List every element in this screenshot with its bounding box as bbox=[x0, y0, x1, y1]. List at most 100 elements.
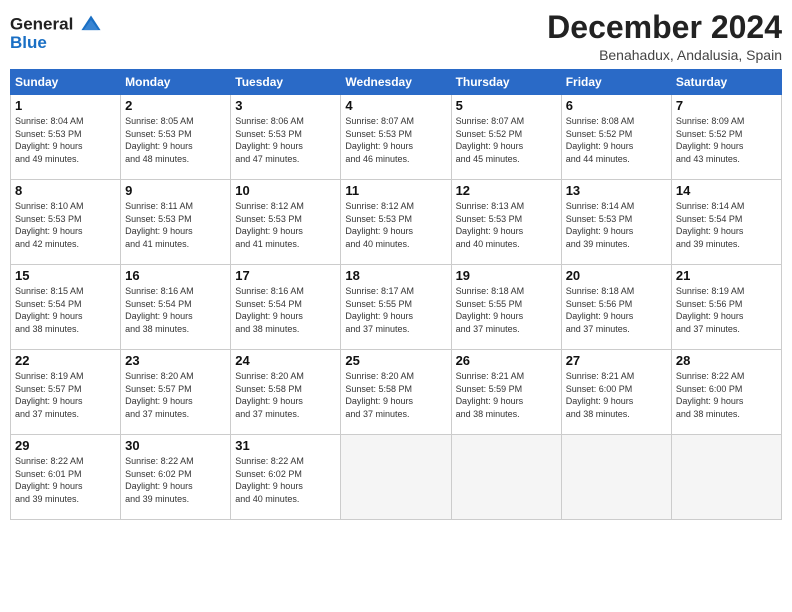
cell-info: Sunrise: 8:20 AMSunset: 5:57 PMDaylight:… bbox=[125, 370, 226, 420]
calendar-cell: 8Sunrise: 8:10 AMSunset: 5:53 PMDaylight… bbox=[11, 180, 121, 265]
day-number: 27 bbox=[566, 353, 667, 368]
day-number: 10 bbox=[235, 183, 336, 198]
day-number: 30 bbox=[125, 438, 226, 453]
day-number: 15 bbox=[15, 268, 116, 283]
calendar-table: SundayMondayTuesdayWednesdayThursdayFrid… bbox=[10, 69, 782, 520]
day-number: 23 bbox=[125, 353, 226, 368]
calendar-cell: 28Sunrise: 8:22 AMSunset: 6:00 PMDayligh… bbox=[671, 350, 781, 435]
subtitle: Benahadux, Andalusia, Spain bbox=[547, 47, 782, 63]
calendar-cell: 6 Sunrise: 8:08 AMSunset: 5:52 PMDaylight… bbox=[561, 95, 671, 180]
week-row-5: 29 Sunrise: 8:22 AMSunset: 6:01 PMDayligh… bbox=[11, 435, 782, 520]
calendar-cell: 24 Sunrise: 8:20 AMSunset: 5:58 PMDayligh… bbox=[231, 350, 341, 435]
day-number: 3 bbox=[235, 98, 336, 113]
day-number: 20 bbox=[566, 268, 667, 283]
cell-info: Sunrise: 8:22 AMSunset: 6:02 PMDaylight:… bbox=[125, 455, 226, 505]
calendar-cell: 20 Sunrise: 8:18 AMSunset: 5:56 PMDayligh… bbox=[561, 265, 671, 350]
day-number: 16 bbox=[125, 268, 226, 283]
cell-info: Sunrise: 8:21 AMSunset: 6:00 PMDaylight:… bbox=[566, 370, 667, 420]
day-header-friday: Friday bbox=[561, 70, 671, 95]
day-number: 19 bbox=[456, 268, 557, 283]
cell-info: Sunrise: 8:11 AMSunset: 5:53 PMDaylight:… bbox=[125, 200, 226, 250]
calendar-cell: 12Sunrise: 8:13 AMSunset: 5:53 PMDayligh… bbox=[451, 180, 561, 265]
day-number: 21 bbox=[676, 268, 777, 283]
calendar-cell: 22Sunrise: 8:19 AMSunset: 5:57 PMDayligh… bbox=[11, 350, 121, 435]
calendar-cell: 31 Sunrise: 8:22 AMSunset: 6:02 PMDayligh… bbox=[231, 435, 341, 520]
calendar-cell: 21 Sunrise: 8:19 AMSunset: 5:56 PMDayligh… bbox=[671, 265, 781, 350]
week-row-2: 8Sunrise: 8:10 AMSunset: 5:53 PMDaylight… bbox=[11, 180, 782, 265]
day-number: 2 bbox=[125, 98, 226, 113]
page-container: General Blue December 2024 Benahadux, An… bbox=[0, 0, 792, 525]
day-header-tuesday: Tuesday bbox=[231, 70, 341, 95]
cell-info: Sunrise: 8:16 AMSunset: 5:54 PMDaylight:… bbox=[125, 285, 226, 335]
header-row: SundayMondayTuesdayWednesdayThursdayFrid… bbox=[11, 70, 782, 95]
calendar-cell: 13Sunrise: 8:14 AMSunset: 5:53 PMDayligh… bbox=[561, 180, 671, 265]
cell-info: Sunrise: 8:19 AMSunset: 5:56 PMDaylight:… bbox=[676, 285, 777, 335]
cell-info: Sunrise: 8:12 AMSunset: 5:53 PMDaylight:… bbox=[345, 200, 446, 250]
week-row-1: 1 Sunrise: 8:04 AMSunset: 5:53 PMDaylight… bbox=[11, 95, 782, 180]
calendar-cell bbox=[561, 435, 671, 520]
calendar-cell bbox=[671, 435, 781, 520]
calendar-cell: 11 Sunrise: 8:12 AMSunset: 5:53 PMDayligh… bbox=[341, 180, 451, 265]
calendar-cell bbox=[451, 435, 561, 520]
day-number: 24 bbox=[235, 353, 336, 368]
day-header-sunday: Sunday bbox=[11, 70, 121, 95]
header: General Blue December 2024 Benahadux, An… bbox=[10, 10, 782, 63]
day-number: 28 bbox=[676, 353, 777, 368]
calendar-cell: 25 Sunrise: 8:20 AMSunset: 5:58 PMDayligh… bbox=[341, 350, 451, 435]
calendar-cell: 30 Sunrise: 8:22 AMSunset: 6:02 PMDayligh… bbox=[121, 435, 231, 520]
day-number: 6 bbox=[566, 98, 667, 113]
calendar-cell: 17 Sunrise: 8:16 AMSunset: 5:54 PMDayligh… bbox=[231, 265, 341, 350]
day-header-saturday: Saturday bbox=[671, 70, 781, 95]
calendar-cell: 14Sunrise: 8:14 AMSunset: 5:54 PMDayligh… bbox=[671, 180, 781, 265]
calendar-cell: 27 Sunrise: 8:21 AMSunset: 6:00 PMDayligh… bbox=[561, 350, 671, 435]
day-number: 22 bbox=[15, 353, 116, 368]
logo: General Blue bbox=[10, 14, 102, 53]
calendar-cell: 5Sunrise: 8:07 AMSunset: 5:52 PMDaylight… bbox=[451, 95, 561, 180]
day-number: 26 bbox=[456, 353, 557, 368]
cell-info: Sunrise: 8:04 AMSunset: 5:53 PMDaylight:… bbox=[15, 115, 116, 165]
day-number: 7 bbox=[676, 98, 777, 113]
calendar-cell: 19 Sunrise: 8:18 AMSunset: 5:55 PMDayligh… bbox=[451, 265, 561, 350]
cell-info: Sunrise: 8:08 AMSunset: 5:52 PMDaylight:… bbox=[566, 115, 667, 165]
day-number: 29 bbox=[15, 438, 116, 453]
cell-info: Sunrise: 8:07 AMSunset: 5:52 PMDaylight:… bbox=[456, 115, 557, 165]
day-header-wednesday: Wednesday bbox=[341, 70, 451, 95]
cell-info: Sunrise: 8:09 AMSunset: 5:52 PMDaylight:… bbox=[676, 115, 777, 165]
day-number: 4 bbox=[345, 98, 446, 113]
day-header-monday: Monday bbox=[121, 70, 231, 95]
cell-info: Sunrise: 8:20 AMSunset: 5:58 PMDaylight:… bbox=[235, 370, 336, 420]
day-number: 25 bbox=[345, 353, 446, 368]
cell-info: Sunrise: 8:05 AMSunset: 5:53 PMDaylight:… bbox=[125, 115, 226, 165]
cell-info: Sunrise: 8:17 AMSunset: 5:55 PMDaylight:… bbox=[345, 285, 446, 335]
calendar-cell bbox=[341, 435, 451, 520]
cell-info: Sunrise: 8:06 AMSunset: 5:53 PMDaylight:… bbox=[235, 115, 336, 165]
logo-blue: Blue bbox=[10, 34, 47, 53]
week-row-3: 15 Sunrise: 8:15 AMSunset: 5:54 PMDayligh… bbox=[11, 265, 782, 350]
cell-info: Sunrise: 8:22 AMSunset: 6:02 PMDaylight:… bbox=[235, 455, 336, 505]
title-block: December 2024 Benahadux, Andalusia, Spai… bbox=[547, 10, 782, 63]
day-number: 14 bbox=[676, 183, 777, 198]
calendar-cell: 3 Sunrise: 8:06 AMSunset: 5:53 PMDaylight… bbox=[231, 95, 341, 180]
day-number: 1 bbox=[15, 98, 116, 113]
cell-info: Sunrise: 8:14 AMSunset: 5:53 PMDaylight:… bbox=[566, 200, 667, 250]
calendar-cell: 4 Sunrise: 8:07 AMSunset: 5:53 PMDaylight… bbox=[341, 95, 451, 180]
day-number: 17 bbox=[235, 268, 336, 283]
calendar-cell: 7 Sunrise: 8:09 AMSunset: 5:52 PMDaylight… bbox=[671, 95, 781, 180]
day-header-thursday: Thursday bbox=[451, 70, 561, 95]
calendar-cell: 2 Sunrise: 8:05 AMSunset: 5:53 PMDaylight… bbox=[121, 95, 231, 180]
calendar-cell: 26Sunrise: 8:21 AMSunset: 5:59 PMDayligh… bbox=[451, 350, 561, 435]
cell-info: Sunrise: 8:20 AMSunset: 5:58 PMDaylight:… bbox=[345, 370, 446, 420]
day-number: 11 bbox=[345, 183, 446, 198]
cell-info: Sunrise: 8:16 AMSunset: 5:54 PMDaylight:… bbox=[235, 285, 336, 335]
cell-info: Sunrise: 8:15 AMSunset: 5:54 PMDaylight:… bbox=[15, 285, 116, 335]
cell-info: Sunrise: 8:12 AMSunset: 5:53 PMDaylight:… bbox=[235, 200, 336, 250]
day-number: 31 bbox=[235, 438, 336, 453]
cell-info: Sunrise: 8:22 AMSunset: 6:01 PMDaylight:… bbox=[15, 455, 116, 505]
cell-info: Sunrise: 8:07 AMSunset: 5:53 PMDaylight:… bbox=[345, 115, 446, 165]
day-number: 9 bbox=[125, 183, 226, 198]
cell-info: Sunrise: 8:18 AMSunset: 5:55 PMDaylight:… bbox=[456, 285, 557, 335]
day-number: 8 bbox=[15, 183, 116, 198]
calendar-cell: 10 Sunrise: 8:12 AMSunset: 5:53 PMDayligh… bbox=[231, 180, 341, 265]
calendar-cell: 9 Sunrise: 8:11 AMSunset: 5:53 PMDaylight… bbox=[121, 180, 231, 265]
cell-info: Sunrise: 8:18 AMSunset: 5:56 PMDaylight:… bbox=[566, 285, 667, 335]
